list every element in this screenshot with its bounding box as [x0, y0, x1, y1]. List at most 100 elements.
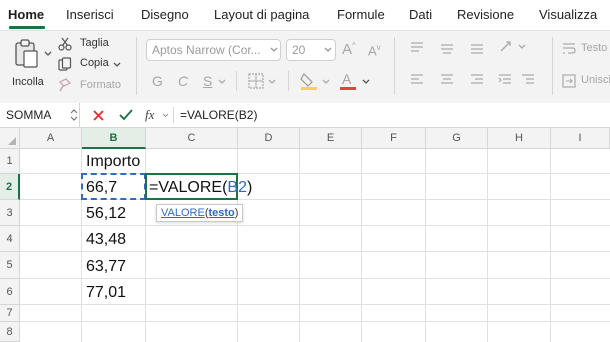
- ribbon: Incolla Taglia Copia Formato Aptos Narro…: [0, 30, 610, 104]
- tooltip-close-paren: ): [234, 207, 239, 219]
- paste-label: Incolla: [12, 76, 44, 88]
- font-color-icon: A: [342, 71, 352, 87]
- column-header-a[interactable]: A: [20, 128, 82, 149]
- wrap-text-button[interactable]: Testo: [562, 41, 610, 57]
- enter-checkmark-icon[interactable]: [119, 109, 133, 121]
- tooltip-argument[interactable]: testo: [208, 207, 234, 219]
- increase-font-size-icon[interactable]: A^: [342, 41, 356, 58]
- underline-button[interactable]: S: [203, 73, 212, 89]
- bold-button[interactable]: G: [152, 73, 163, 89]
- insert-function-button[interactable]: fx: [145, 107, 154, 123]
- indent-icons[interactable]: [498, 73, 538, 87]
- column-header-i[interactable]: I: [551, 128, 610, 149]
- column-header-b[interactable]: B: [82, 128, 146, 149]
- tab-inserisci[interactable]: Inserisci: [66, 7, 114, 22]
- formula-suffix: ): [246, 179, 253, 196]
- copy-button[interactable]: Copia: [58, 57, 128, 72]
- borders-icon[interactable]: [248, 73, 264, 89]
- chevron-down-icon: [322, 79, 330, 84]
- fill-color-icon[interactable]: [300, 71, 318, 91]
- orientation-icon[interactable]: [498, 39, 528, 55]
- gridline: [425, 149, 426, 342]
- column-header-d[interactable]: D: [238, 128, 300, 149]
- column-header-f[interactable]: F: [362, 128, 426, 149]
- format-painter-button[interactable]: Formato: [58, 78, 128, 93]
- row-header-6[interactable]: 6: [0, 279, 20, 305]
- font-name-value: Aptos Narrow (Cor...: [152, 43, 261, 57]
- name-box-value: SOMMA: [6, 108, 52, 122]
- font-color-swatch: [340, 87, 356, 90]
- row-header-4[interactable]: 4: [0, 226, 20, 252]
- ribbon-separator: [136, 37, 137, 95]
- scissors-icon: [58, 37, 72, 51]
- gridline: [550, 149, 551, 342]
- formula-input[interactable]: =VALORE(B2): [180, 103, 257, 127]
- row-header-7[interactable]: 7: [0, 305, 20, 322]
- decrease-font-size-icon[interactable]: Av: [368, 43, 381, 58]
- tab-home[interactable]: Home: [8, 7, 44, 22]
- name-box[interactable]: SOMMA: [0, 103, 80, 127]
- gridline: [299, 149, 300, 342]
- merge-button[interactable]: Unisci: [562, 73, 610, 89]
- cell-b1[interactable]: Importo: [86, 153, 140, 171]
- column-header-c[interactable]: C: [146, 128, 238, 149]
- clipboard-icon: [15, 39, 38, 68]
- tab-visualizza[interactable]: Visualizza: [539, 7, 597, 22]
- select-all-corner[interactable]: [0, 128, 20, 149]
- gridline: [20, 321, 610, 322]
- tab-layout-di-pagina[interactable]: Layout di pagina: [214, 7, 309, 22]
- cell-b4[interactable]: 43,48: [86, 231, 126, 249]
- copy-icon: [58, 57, 72, 71]
- active-tab-indicator: [9, 26, 45, 29]
- tab-dati[interactable]: Dati: [409, 7, 432, 22]
- chevron-down-icon: [268, 79, 276, 84]
- chevron-down-icon: [218, 79, 226, 84]
- formula-bar-separator: [173, 107, 174, 123]
- merge-icon: [562, 74, 576, 88]
- cut-label: Taglia: [80, 37, 109, 49]
- cell-b6[interactable]: 77,01: [86, 284, 126, 302]
- chevron-down-icon: [270, 47, 278, 52]
- function-tooltip: VALORE(testo): [156, 204, 243, 222]
- gridline: [20, 225, 610, 226]
- wrap-text-icon: [563, 43, 576, 54]
- row-header-8[interactable]: 8: [0, 322, 20, 342]
- row-header-2[interactable]: 2: [0, 174, 20, 200]
- row-header-1[interactable]: 1: [0, 149, 20, 174]
- italic-button[interactable]: C: [178, 73, 188, 89]
- paintbrush-icon: [58, 78, 72, 92]
- chevron-down-icon: [324, 47, 332, 52]
- gridline: [20, 251, 610, 252]
- cell-c2-formula[interactable]: =VALORE(B2): [149, 179, 252, 197]
- font-color-button[interactable]: A: [340, 71, 358, 91]
- horizontal-align-icons[interactable]: [410, 73, 486, 87]
- tab-formule[interactable]: Formule: [337, 7, 385, 22]
- copy-label: Copia: [80, 57, 109, 69]
- cell-b5[interactable]: 63,77: [86, 258, 126, 276]
- spreadsheet-grid: A B C D E F G H I 1 2 3 4 5 6 7 8 Import…: [0, 128, 610, 342]
- chevron-down-icon: [113, 62, 121, 67]
- row-header-3[interactable]: 3: [0, 200, 20, 226]
- ribbon-separator: [288, 71, 289, 91]
- cut-button[interactable]: Taglia: [58, 37, 128, 52]
- column-header-h[interactable]: H: [488, 128, 551, 149]
- gridline: [361, 149, 362, 342]
- gridline: [20, 304, 610, 305]
- tooltip-function-link[interactable]: VALORE: [161, 207, 205, 219]
- tab-revisione[interactable]: Revisione: [457, 7, 514, 22]
- vertical-align-icons[interactable]: [410, 41, 486, 55]
- column-header-g[interactable]: G: [426, 128, 488, 149]
- cancel-icon[interactable]: [93, 110, 104, 121]
- cell-b3[interactable]: 56,12: [86, 205, 126, 223]
- column-header-e[interactable]: E: [300, 128, 362, 149]
- name-box-stepper-icon[interactable]: [70, 108, 78, 122]
- formula-bar: SOMMA fx =VALORE(B2): [0, 103, 610, 128]
- select-all-triangle-icon: [8, 137, 16, 145]
- row-header-5[interactable]: 5: [0, 252, 20, 279]
- merge-label: Unisci: [581, 74, 610, 86]
- font-size-value: 20: [292, 43, 306, 57]
- paste-button[interactable]: Incolla: [10, 39, 52, 91]
- gridline: [20, 278, 610, 279]
- tab-disegno[interactable]: Disegno: [141, 7, 189, 22]
- font-name-dropdown[interactable]: Aptos Narrow (Cor...: [146, 39, 281, 61]
